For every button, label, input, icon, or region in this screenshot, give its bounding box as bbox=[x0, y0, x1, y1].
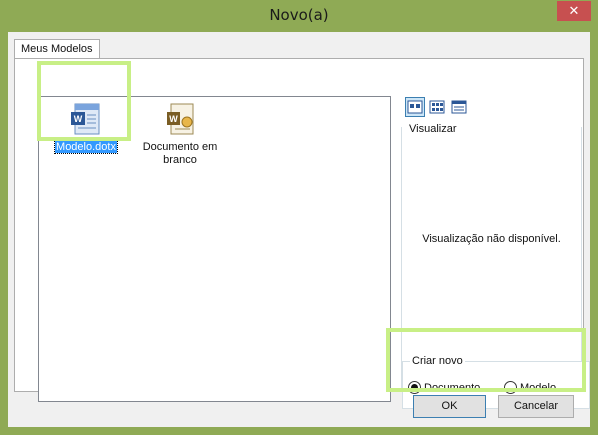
preview-message: Visualização não disponível. bbox=[422, 233, 561, 245]
dialog-window: Novo(a) ✕ Meus Modelos W Modelo.dotx W D… bbox=[0, 0, 598, 435]
svg-text:W: W bbox=[169, 114, 178, 124]
template-label: Documento em branco bbox=[142, 141, 218, 166]
large-icons-view-icon bbox=[407, 100, 423, 114]
word-blank-document-icon: W bbox=[163, 102, 197, 138]
template-list[interactable]: W Modelo.dotx W Documento em branco bbox=[38, 96, 391, 402]
preview-label: Visualizar bbox=[409, 123, 460, 135]
details-view-icon bbox=[451, 100, 467, 114]
tab-meus-modelos[interactable]: Meus Modelos bbox=[14, 39, 100, 59]
list-view-icon bbox=[429, 100, 445, 114]
close-button[interactable]: ✕ bbox=[557, 1, 591, 21]
template-label: Modelo.dotx bbox=[54, 140, 118, 154]
dialog-title: Novo(a) bbox=[269, 6, 329, 24]
highlight-frame bbox=[37, 61, 131, 141]
details-view-button[interactable] bbox=[449, 97, 469, 117]
list-view-button[interactable] bbox=[427, 97, 447, 117]
cancel-button[interactable]: Cancelar bbox=[498, 395, 574, 418]
title-bar[interactable]: Novo(a) ✕ bbox=[0, 0, 598, 32]
list-item-documento-em-branco[interactable]: W Documento em branco bbox=[139, 102, 221, 167]
large-icons-view-button[interactable] bbox=[405, 97, 425, 117]
highlight-frame bbox=[386, 328, 586, 392]
dialog-body: Meus Modelos W Modelo.dotx W Documento e… bbox=[8, 32, 590, 427]
ok-button[interactable]: OK bbox=[413, 395, 486, 418]
close-icon: ✕ bbox=[568, 3, 580, 18]
